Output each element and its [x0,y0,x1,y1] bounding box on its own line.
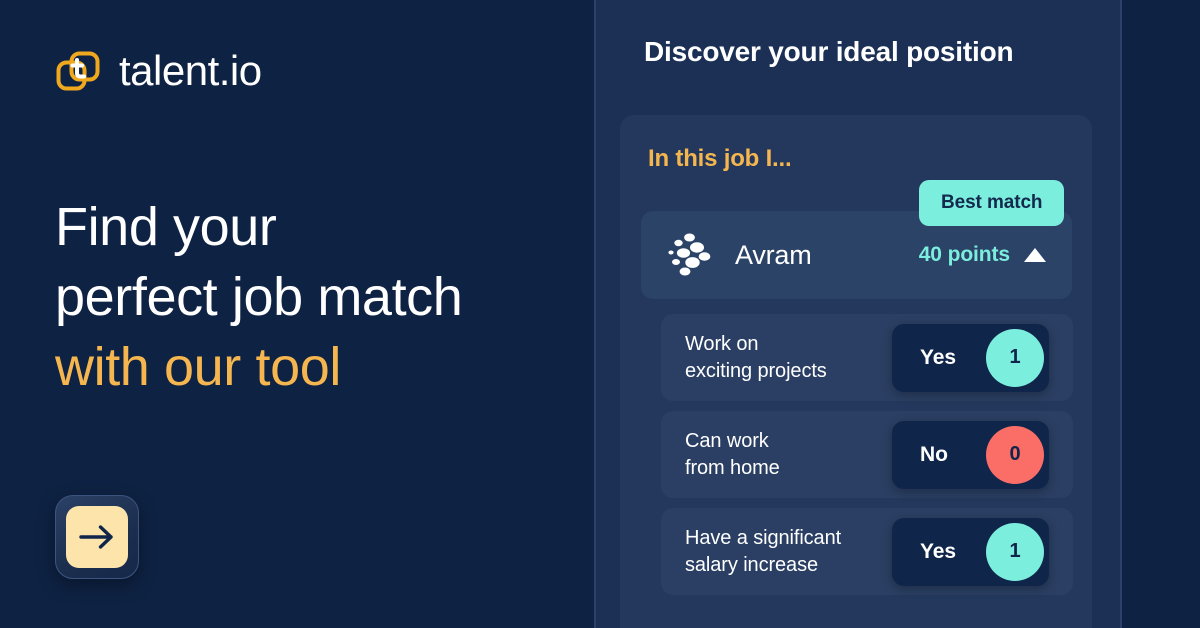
caret-up-icon [1024,248,1046,262]
question-line-1: Work on [685,332,759,355]
question-text: Have a significant salary increase [685,525,841,579]
dot-cluster-avatar-icon [667,232,713,278]
promo-banner: talent.io Find your perfect job match wi… [0,0,1200,628]
question-line-1: Can work [685,429,769,452]
question-line-2: salary increase [685,553,819,576]
far-right-gutter [1122,0,1200,628]
answer-score-badge: 0 [986,425,1044,484]
question-row[interactable]: Have a significant salary increase Yes 1 [661,508,1073,595]
card-heading: In this job I... [648,145,792,172]
answer-toggle[interactable]: Yes 1 [892,323,1049,392]
question-line-2: from home [685,456,780,479]
question-text: Can work from home [685,428,780,482]
answer-toggle[interactable]: No 0 [892,420,1049,489]
profile-name: Avram [735,239,812,270]
panel-divider-left [594,0,596,628]
brand-name: talent.io [119,47,262,94]
best-match-badge: Best match [919,180,1065,226]
page-title: Find your perfect job match with our too… [55,192,575,402]
headline-line-1: Find your [55,197,277,257]
answer-score-badge: 1 [986,328,1044,387]
talent-io-squares-logo-icon [55,48,101,94]
question-line-1: Have a significant [685,526,842,549]
question-text: Work on exciting projects [685,331,827,385]
cta-button-face [66,506,128,568]
arrow-right-icon [78,524,116,550]
question-line-2: exciting projects [685,359,827,382]
brand-logo[interactable]: talent.io [55,48,262,94]
panel-heading: Discover your ideal position [644,36,1014,67]
answer-label: No [920,442,948,466]
question-row[interactable]: Can work from home No 0 [661,411,1073,498]
answer-score-badge: 1 [986,522,1044,581]
headline-line-3-accent: with our tool [55,337,341,397]
answer-label: Yes [920,539,956,563]
cta-arrow-button[interactable] [55,495,139,579]
question-row[interactable]: Work on exciting projects Yes 1 [661,314,1073,401]
points-value: 40 points [918,243,1010,266]
profile-points-group: 40 points [919,243,1046,267]
answer-label: Yes [920,345,956,369]
headline-line-2: perfect job match [55,267,463,327]
answer-toggle[interactable]: Yes 1 [892,517,1049,586]
